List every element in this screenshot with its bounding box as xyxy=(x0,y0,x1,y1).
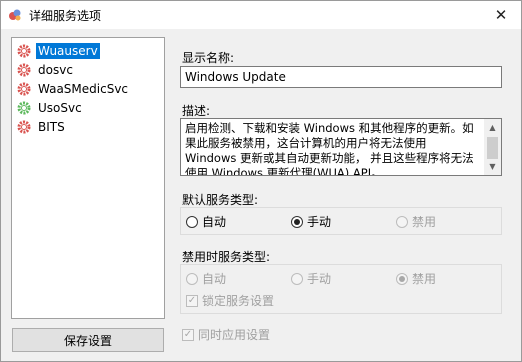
close-icon: ✕ xyxy=(494,6,508,24)
default-type-label: 默认服务类型: xyxy=(182,193,259,207)
save-button[interactable]: 保存设置 xyxy=(12,328,164,352)
scroll-down-icon[interactable]: ▼ xyxy=(484,158,501,175)
gear-red-icon xyxy=(17,44,31,58)
close-button[interactable]: ✕ xyxy=(481,1,521,29)
gear-red-icon xyxy=(17,82,31,96)
service-name: UsoSvc xyxy=(38,101,82,115)
disabled-type-radio-2[interactable]: 禁用 xyxy=(396,270,436,287)
scroll-up-icon[interactable]: ▲ xyxy=(484,119,501,136)
radio-label: 手动 xyxy=(307,272,332,286)
apply-together-checkbox[interactable]: ✓ 同时应用设置 xyxy=(182,326,270,343)
app-icon xyxy=(9,9,21,21)
window-title: 详细服务选项 xyxy=(29,9,102,23)
gear-red-icon xyxy=(17,120,31,134)
service-name: dosvc xyxy=(38,63,73,77)
gear-red-icon xyxy=(17,63,31,77)
radio-circle-icon xyxy=(186,272,198,285)
radio-circle-icon xyxy=(291,272,303,285)
service-name: BITS xyxy=(38,120,65,134)
display-name-field[interactable]: Windows Update xyxy=(180,66,502,88)
service-item[interactable]: WaaSMedicSvc xyxy=(16,80,130,98)
radio-circle-icon xyxy=(396,272,408,285)
service-item[interactable]: BITS xyxy=(16,118,67,136)
radio-label: 自动 xyxy=(202,215,227,229)
service-item[interactable]: Wuauserv xyxy=(16,42,100,60)
disabled-type-group: ✓ 锁定服务设置 自动 手动 禁用 xyxy=(180,264,502,314)
default-type-radio-1[interactable]: 手动 xyxy=(291,213,331,230)
lock-settings-label: 锁定服务设置 xyxy=(202,294,275,308)
dialog-window: 详细服务选项 ✕ Wuauserv dosvc WaaSMedicSvc UsoSvc… xyxy=(0,0,522,362)
radio-label: 自动 xyxy=(202,272,227,286)
checkmark-icon: ✓ xyxy=(186,294,198,307)
service-item[interactable]: UsoSvc xyxy=(16,99,84,117)
disabled-type-label: 禁用时服务类型: xyxy=(182,250,271,264)
default-type-radio-0[interactable]: 自动 xyxy=(186,213,226,230)
apply-together-label: 同时应用设置 xyxy=(198,328,271,342)
description-scrollbar[interactable]: ▲ ▼ xyxy=(484,119,501,175)
service-name: Wuauserv xyxy=(36,43,100,59)
default-type-group: 自动 手动 禁用 xyxy=(180,207,502,235)
display-name-label: 显示名称: xyxy=(182,51,235,65)
lock-settings-checkbox[interactable]: ✓ 锁定服务设置 xyxy=(186,292,274,309)
description-field[interactable]: 启用检测、下载和安装 Windows 和其他程序的更新。如果此服务被禁用，这台计… xyxy=(180,118,502,176)
service-list[interactable]: Wuauserv dosvc WaaSMedicSvc UsoSvc BITS xyxy=(11,37,165,319)
checkmark-icon: ✓ xyxy=(182,328,194,341)
service-name: WaaSMedicSvc xyxy=(38,82,129,96)
disabled-type-radio-1[interactable]: 手动 xyxy=(291,270,331,287)
radio-label: 禁用 xyxy=(412,215,437,229)
disabled-type-radio-0[interactable]: 自动 xyxy=(186,270,226,287)
title-bar: 详细服务选项 ✕ xyxy=(1,1,521,29)
radio-circle-icon xyxy=(186,215,198,228)
default-type-radio-2[interactable]: 禁用 xyxy=(396,213,436,230)
service-item[interactable]: dosvc xyxy=(16,61,75,79)
gear-green-icon xyxy=(17,101,31,115)
scroll-thumb[interactable] xyxy=(487,137,498,159)
radio-circle-icon xyxy=(291,215,303,228)
radio-circle-icon xyxy=(396,215,408,228)
radio-label: 禁用 xyxy=(412,272,437,286)
description-text: 启用检测、下载和安装 Windows 和其他程序的更新。如果此服务被禁用，这台计… xyxy=(185,121,474,176)
radio-label: 手动 xyxy=(307,215,332,229)
description-label: 描述: xyxy=(182,104,211,118)
